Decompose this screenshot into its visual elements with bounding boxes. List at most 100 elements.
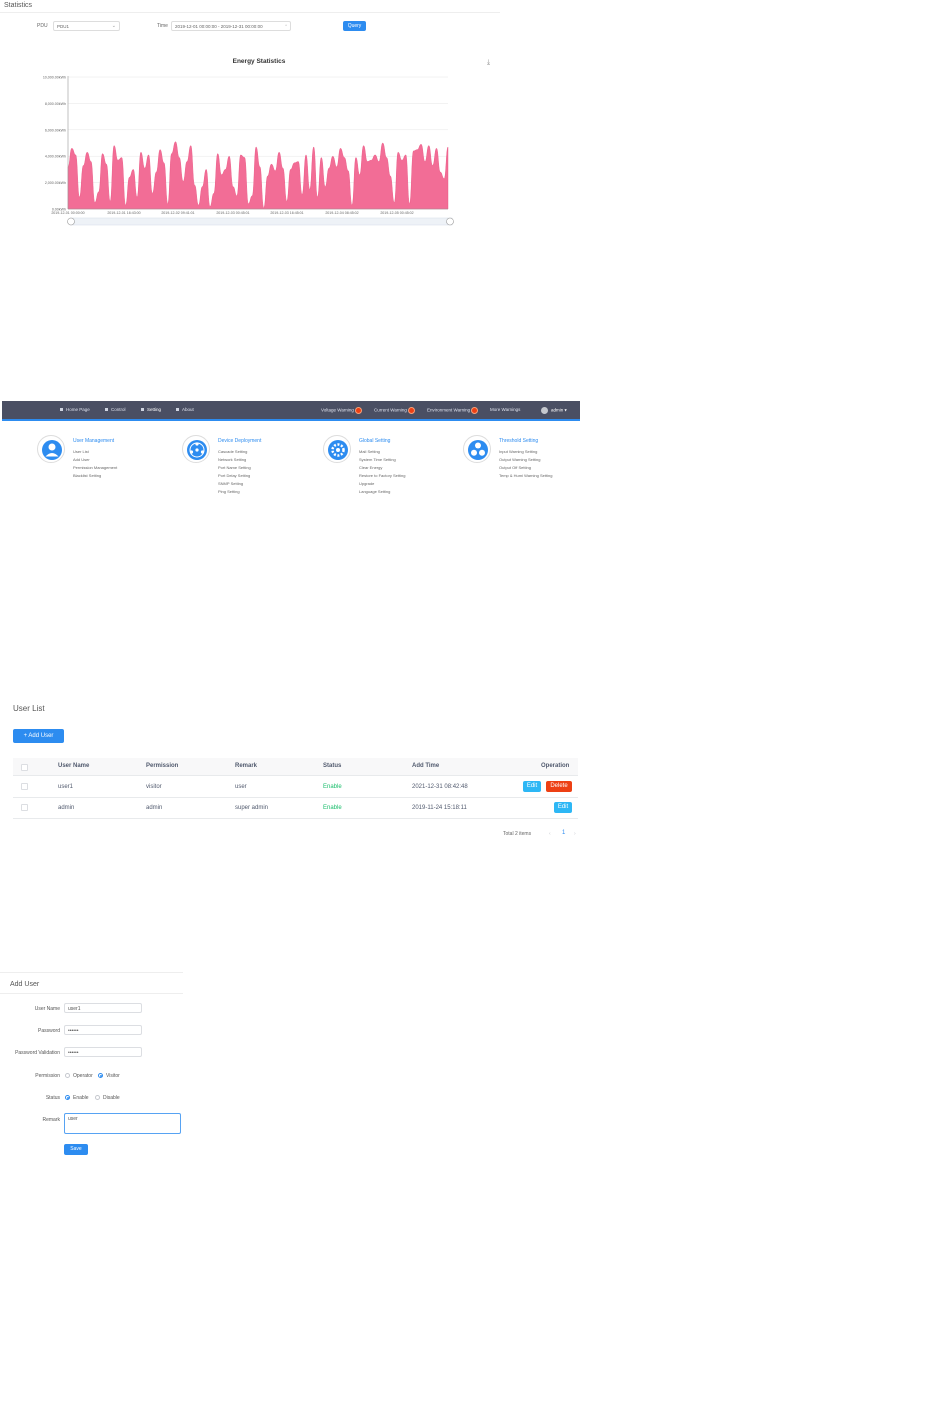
y-tick-label: 4,000.00kWh [45,155,66,159]
remark-label: Remark [42,1117,60,1123]
control-icon [105,408,108,412]
username-input[interactable]: user1 [64,1003,142,1013]
group-title[interactable]: User Management [73,438,114,444]
link-port-name-setting[interactable]: Port Name Setting [218,465,251,470]
cell-status: Enable [323,784,342,790]
cell-add-time: 2021-12-31 08:42:48 [412,784,468,790]
nav-about[interactable]: About [176,407,194,412]
link-system-time-setting[interactable]: System Time Setting [359,457,396,462]
nav-control[interactable]: Control [105,407,126,412]
col-operation: Operation [541,763,570,769]
nav-setting[interactable]: Setting [141,407,161,412]
zoom-handle-right[interactable] [446,217,454,226]
table-row: admin admin super admin Enable 2019-11-2… [13,798,578,819]
nav-more-warnings[interactable]: More Warnings [490,407,520,412]
add-user-panel: Add User User Name user1 Password ••••••… [0,972,190,1162]
remark-textarea[interactable]: user [64,1113,181,1134]
user-menu[interactable]: admin ▾ [541,407,567,414]
top-nav-bar: Home Page Control Setting About Voltage … [2,401,580,421]
time-label: Time [157,23,168,29]
link-snmp-setting[interactable]: SNMP Setting [218,481,243,486]
nav-about-label: About [182,407,194,412]
pdu-label: PDU [37,23,48,29]
radio-visitor-label: Visitor [106,1073,120,1079]
user-icon [37,435,65,463]
page-number-1[interactable]: 1 [562,830,565,836]
password-input[interactable]: •••••• [64,1025,142,1035]
nav-current-warning[interactable]: Current Warning [374,407,415,414]
link-temp-humi-warning[interactable]: Temp & Humi Warning Setting [499,473,552,478]
group-title[interactable]: Threshold Setting [499,438,538,444]
link-upgrade[interactable]: Upgrade [359,481,374,486]
link-output-warning[interactable]: Output Warning Setting [499,457,540,462]
row-checkbox[interactable] [21,804,28,811]
group-title[interactable]: Device Deployment [218,438,261,444]
x-tick-label: 2019-12-03 16:45:01 [270,211,303,215]
pdu-select-value: PDU1 [57,24,70,29]
select-all-checkbox[interactable] [21,764,28,771]
setting-panel: Home Page Control Setting About Voltage … [2,401,580,501]
warning-badge-icon [407,407,415,414]
link-ping-setting[interactable]: Ping Setting [218,489,240,494]
radio-visitor[interactable] [98,1073,103,1078]
divider [0,12,500,13]
user-list-panel: User List + Add User User Name Permissio… [0,700,585,845]
col-remark: Remark [235,763,258,769]
link-restore-factory[interactable]: Restore to Factory Setting [359,473,405,478]
pagination-total: Total 2 items [503,831,532,837]
query-button[interactable]: Query [343,21,366,31]
next-page-icon[interactable]: › [574,831,576,837]
chart-title: Energy Statistics [233,58,286,65]
zoom-slider-track[interactable] [69,217,453,226]
nav-environment-warning[interactable]: Environment Warning [427,407,479,414]
divider [0,993,183,994]
pdu-select[interactable]: PDU1 ⌄ [53,21,120,31]
password-validation-input[interactable]: •••••• [64,1047,142,1057]
link-clear-energy[interactable]: Clear Energy [359,465,382,470]
x-tick-label: 2019-12-04 08:45:02 [325,211,358,215]
x-tick-label: 2019-12-02 09:41:01 [161,211,194,215]
col-user-name: User Name [58,763,90,769]
link-cascade-setting[interactable]: Cascade Setting [218,449,247,454]
radio-operator[interactable] [65,1073,70,1078]
link-blacklist-setting[interactable]: Blacklist Setting [73,473,101,478]
password-validation-label: Password Validation [15,1050,60,1056]
row-checkbox[interactable] [21,783,28,790]
nav-home[interactable]: Home Page [60,407,90,412]
home-icon [60,408,63,412]
nav-voltage-warning[interactable]: Voltage Warning [321,407,362,414]
link-user-list[interactable]: User List [73,449,89,454]
table-header: User Name Permission Remark Status Add T… [13,758,578,776]
current-warning-label: Current Warning [374,407,407,413]
save-button[interactable]: Save [64,1144,88,1155]
delete-button[interactable]: Delete [546,781,572,792]
edit-button[interactable]: Edit [523,781,541,792]
col-add-time: Add Time [412,763,440,769]
link-output-off[interactable]: Output Off Setting [499,465,531,470]
add-user-button[interactable]: + Add User [13,729,64,743]
network-icon [182,435,210,463]
link-permission-management[interactable]: Permission Management [73,465,117,470]
radio-operator-label: Operator [73,1073,93,1079]
link-input-warning[interactable]: Input Warning Setting [499,449,537,454]
radio-disable[interactable] [95,1095,100,1100]
gear-icon [323,435,351,463]
link-network-setting[interactable]: Network Setting [218,457,246,462]
radio-enable[interactable] [65,1095,70,1100]
link-add-user[interactable]: Add User [73,457,90,462]
edit-button[interactable]: Edit [554,802,572,813]
voltage-warning-label: Voltage Warning [321,407,354,413]
time-range-picker[interactable]: 2019-12-01 00:00:00 - 2019-12-31 00:00:0… [171,21,291,31]
warning-badge-icon [354,407,362,414]
x-tick-label: 2019-12-03 00:45:01 [216,211,249,215]
permission-label: Permission [35,1073,60,1079]
zoom-handle-left[interactable] [67,217,75,226]
link-mail-setting[interactable]: Mail Setting [359,449,380,454]
setting-icon [141,408,144,412]
prev-page-icon[interactable]: ‹ [549,831,551,837]
link-language-setting[interactable]: Language Setting [359,489,390,494]
statistics-panel: Statistics PDU PDU1 ⌄ Time 2019-12-01 00… [0,0,500,232]
link-port-delay-setting[interactable]: Port Delay Setting [218,473,250,478]
cell-remark: user [235,784,247,790]
group-title[interactable]: Global Setting [359,438,390,444]
